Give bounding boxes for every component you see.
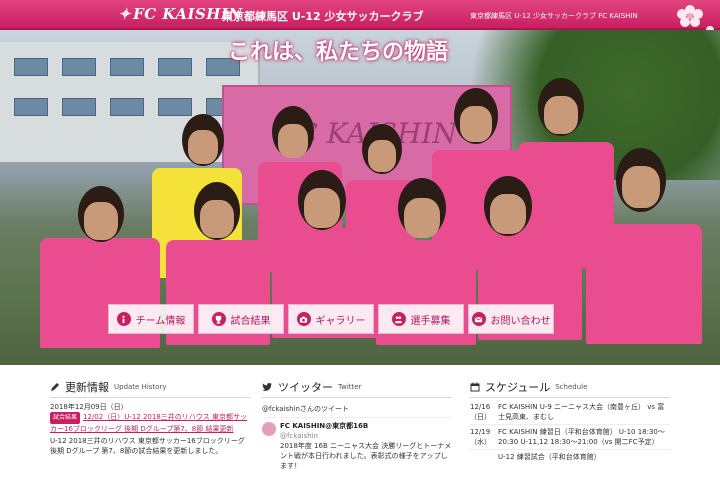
schedule-text: U-12 練習試合（平和台体育館） <box>498 453 601 461</box>
nav-label: 選手募集 <box>410 315 451 327</box>
schedule-title: スケジュール <box>485 380 551 394</box>
nav-label: お問い合わせ <box>490 315 551 327</box>
nav-contact[interactable]: お問い合わせ <box>468 304 554 334</box>
page: ✦ FC KAISHIN 東京都練馬区 U-12 少女サッカークラブ 東京都練馬区… <box>0 0 720 480</box>
schedule-text: FC KAISHIN U-9 ニーニャス大会（南豊ヶ丘） vs 富士見高東、まむ… <box>498 403 665 421</box>
site-header: ✦ FC KAISHIN 東京都練馬区 U-12 少女サッカークラブ 東京都練馬区… <box>0 0 720 44</box>
tweet-account-name[interactable]: FC KAISHIN@東京都16B <box>280 421 452 431</box>
info-icon <box>116 312 131 326</box>
mail-icon <box>471 312 486 326</box>
player <box>586 224 702 344</box>
twitter-handle-label[interactable]: @fckaishinさんのツイート <box>262 404 452 418</box>
tweet-text: 2018年度 16B ニーニャス大会 決勝リーグとトーナメント戦が本日行われまし… <box>280 442 452 470</box>
people-icon <box>391 312 406 326</box>
player-face <box>304 188 340 228</box>
twitter-title: ツイッター <box>278 380 333 394</box>
player-face <box>460 106 492 142</box>
player-face <box>188 130 218 164</box>
news-summary: U-12 2018三井のリハウス 東京都サッカー16ブロックリーグ後期 Dグルー… <box>50 437 245 455</box>
news-title: 更新情報 <box>65 380 109 394</box>
info-columns: 更新情報 Update History 2018年12月09日（日） 試合結果 1… <box>50 380 670 480</box>
player-face <box>368 140 396 172</box>
schedule-section: スケジュール Schedule 12/16（日） FC KAISHIN U-9 … <box>470 380 670 480</box>
nav-team-info[interactable]: チーム情報 <box>108 304 194 334</box>
player-face <box>278 124 308 158</box>
player-face <box>84 202 118 240</box>
player-face <box>622 166 660 208</box>
nav-label: チーム情報 <box>135 315 186 327</box>
nav-label: ギャラリー <box>315 315 366 327</box>
twitter-title-en: Twitter <box>338 382 362 391</box>
schedule-date: 12/16（日） <box>470 403 491 421</box>
schedule-date: 12/19（水） <box>470 428 491 446</box>
calendar-icon <box>470 382 480 391</box>
news-date: 2018年12月09日（日） <box>50 403 128 411</box>
news-badge: 試合結果 <box>50 412 81 424</box>
nav-recruitment[interactable]: 選手募集 <box>378 304 464 334</box>
main-nav: チーム情報 試合結果 ギャラリー 選手募集 お問い合わせ <box>108 304 554 334</box>
player-face <box>404 198 440 238</box>
trophy-icon <box>211 312 226 326</box>
hero-headline: これは、私たちの物語 <box>228 40 449 65</box>
nav-label: 試合結果 <box>230 315 271 327</box>
player-face <box>490 194 526 234</box>
club-title: 東京都練馬区 U-12 少女サッカークラブ <box>222 10 424 23</box>
schedule-row: 12/19（水） FC KAISHIN 練習日（平和台体育館） U-10 18:… <box>470 427 670 450</box>
camera-icon <box>296 312 311 326</box>
schedule-header: スケジュール Schedule <box>470 380 670 398</box>
news-item: 試合結果 12/02（日）U-12 2018三井のリハウス 東京都サッカー16ブロ… <box>50 412 250 434</box>
nav-gallery[interactable]: ギャラリー <box>288 304 374 334</box>
twitter-bird-icon <box>262 382 272 391</box>
news-header: 更新情報 Update History <box>50 380 250 398</box>
schedule-row: 12/16（日） FC KAISHIN U-9 ニーニャス大会（南豊ヶ丘） vs… <box>470 402 670 425</box>
news-section: 更新情報 Update History 2018年12月09日（日） 試合結果 1… <box>50 380 250 480</box>
tweet-account-handle[interactable]: @fckaishin <box>280 431 452 441</box>
twitter-header: ツイッター Twitter <box>262 380 452 398</box>
player-face <box>544 96 578 134</box>
schedule-row: U-12 練習試合（平和台体育館） <box>470 452 670 462</box>
club-subtitle: 東京都練馬区 U-12 少女サッカークラブ FC KAISHIN <box>470 12 638 20</box>
player-face <box>200 200 234 238</box>
schedule-text: FC KAISHIN 練習日（平和台体育館） U-10 18:30〜20:30 … <box>498 428 665 446</box>
tweet: FC KAISHIN@東京都16B @fckaishin 2018年度 16B … <box>262 421 452 471</box>
news-title-en: Update History <box>114 382 167 391</box>
twitter-section: ツイッター Twitter @fckaishinさんのツイート FC KAISH… <box>262 380 452 480</box>
nav-match-results[interactable]: 試合結果 <box>198 304 284 334</box>
schedule-date <box>470 452 494 462</box>
avatar[interactable] <box>262 422 276 436</box>
schedule-title-en: Schedule <box>555 382 588 391</box>
pencil-icon <box>51 382 59 391</box>
